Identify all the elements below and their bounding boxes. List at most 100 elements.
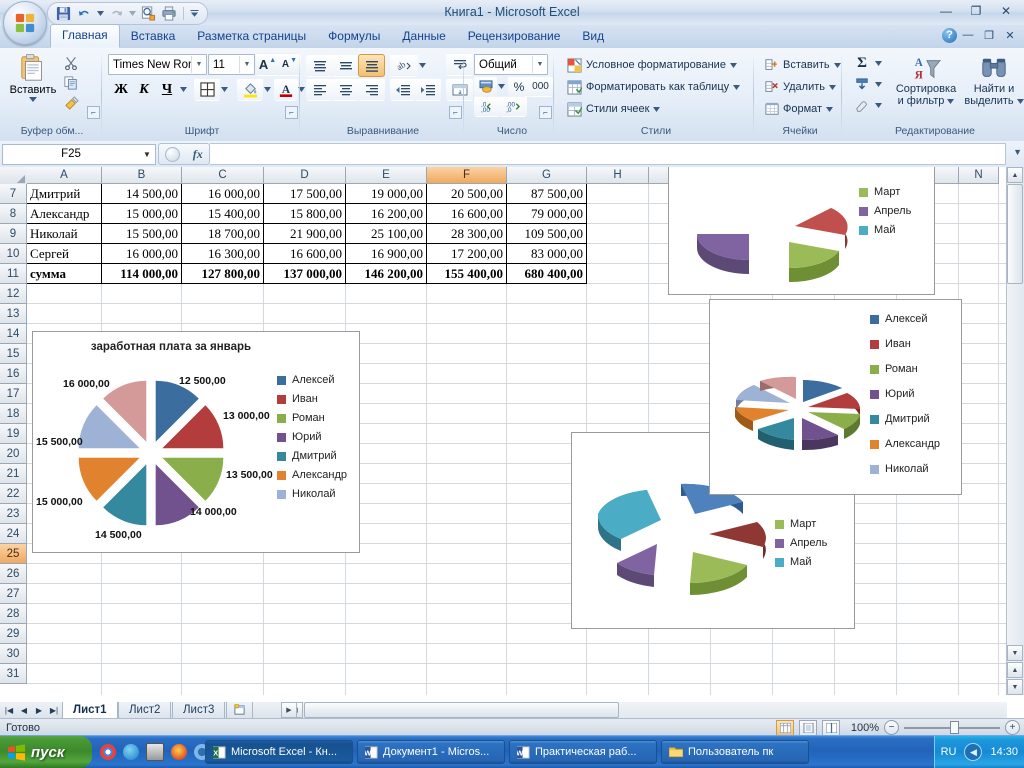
orientation-button[interactable]: ab [390,54,418,77]
cell-B9[interactable]: 15 500,00 [102,224,182,244]
format-painter-button[interactable] [60,93,82,113]
tab-view[interactable]: Вид [571,26,615,48]
taskbar-item-word1[interactable]: W Документ1 - Micros... [357,740,505,764]
row-header-28[interactable]: 28 [0,604,27,624]
align-top-button[interactable] [306,54,333,77]
cell-B11[interactable]: 114 000,00 [102,264,182,284]
row-header-21[interactable]: 21 [0,464,27,484]
format-cells-button[interactable]: Формат [760,98,838,120]
number-format-combo[interactable]: Общий ▼ [474,54,548,75]
chart-names-right[interactable]: Алексей Иван Роман Юрий Дмитрий Александ… [709,299,962,495]
zoom-in-button[interactable]: + [1005,720,1020,735]
name-box[interactable]: F25 ▼ [2,143,156,165]
insert-function-icon[interactable]: fx [193,147,203,162]
formula-bar-expand-icon[interactable]: ▼ [1013,147,1022,157]
first-sheet-icon[interactable]: |◀ [2,703,16,717]
underline-button[interactable]: Ч [155,78,179,101]
view-page-break-icon[interactable] [822,719,840,736]
column-header-G[interactable]: G [507,167,587,184]
cell-G10[interactable]: 83 000,00 [507,244,587,264]
sheet-nav-buttons[interactable]: |◀ ◀ ▶ ▶| [2,703,61,717]
font-dialog-launcher[interactable]: ⌐ [285,106,298,119]
row-header-24[interactable]: 24 [0,524,27,544]
increase-indent-button[interactable] [415,78,441,101]
decrease-decimal-button[interactable]: ,00,0 [500,96,527,117]
cell-E9[interactable]: 25 100,00 [346,224,427,244]
clipboard-dialog-launcher[interactable]: ⌐ [87,106,100,119]
ie-icon[interactable] [123,744,139,760]
undo-icon[interactable] [75,5,93,22]
taskbar-item-folder[interactable]: Пользователь пк [661,740,809,764]
firefox-icon[interactable] [171,744,187,760]
cell-D7[interactable]: 17 500,00 [264,184,346,204]
fill-button[interactable] [850,74,874,95]
align-bottom-button[interactable] [358,54,385,77]
vertical-scrollbar[interactable]: ▲ ▼ ▲ ▼ [1006,167,1024,695]
align-center-button[interactable] [332,78,359,101]
column-header-C[interactable]: C [182,167,264,184]
formula-expand-icon[interactable] [165,146,181,162]
zoom-slider-handle[interactable] [950,721,959,734]
system-tray[interactable]: RU ◀ 14:30 [933,736,1024,768]
autosum-dropdown-icon[interactable] [872,53,884,74]
undo-dropdown-icon[interactable] [96,5,104,22]
row-header-27[interactable]: 27 [0,584,27,604]
insert-cells-button[interactable]: Вставить [760,54,846,76]
alignment-dialog-launcher[interactable]: ⌐ [449,106,462,119]
redo-dropdown-icon[interactable] [128,5,136,22]
cell-C11[interactable]: 127 800,00 [182,264,264,284]
cell-B7[interactable]: 14 500,00 [102,184,182,204]
cell-A9[interactable]: Николай [27,224,102,244]
cell-A7[interactable]: Дмитрий [27,184,102,204]
percent-style-button[interactable]: % [508,76,530,97]
help-icon[interactable]: ? [942,27,957,43]
fill-dropdown-icon[interactable] [872,74,884,95]
shrink-font-button[interactable]: A ▼ [278,53,301,76]
cell-G11[interactable]: 680 400,00 [507,264,587,284]
row-header-15[interactable]: 15 [0,344,27,364]
font-name-dropdown-icon[interactable]: ▼ [191,56,206,73]
cell-E7[interactable]: 19 000,00 [346,184,427,204]
scroll-down-button[interactable]: ▼ [1007,645,1023,661]
tab-formulas[interactable]: Формулы [317,26,391,48]
horizontal-scrollbar[interactable]: ◀ ▶ [281,702,1007,719]
select-all-button[interactable] [0,167,28,185]
show-hidden-icons-button[interactable]: ◀ [964,743,983,761]
font-size-dropdown-icon[interactable]: ▼ [239,56,254,73]
row-header-17[interactable]: 17 [0,384,27,404]
tab-page-layout[interactable]: Разметка страницы [186,26,317,48]
tab-home[interactable]: Главная [50,24,120,48]
zoom-controls[interactable]: 100% − + [776,719,1020,736]
conditional-formatting-button[interactable]: Условное форматирование [562,54,742,76]
number-format-dropdown-icon[interactable]: ▼ [532,56,547,73]
increase-decimal-button[interactable]: ,0,00 [474,96,501,117]
number-dialog-launcher[interactable]: ⌐ [539,106,552,119]
row-header-13[interactable]: 13 [0,304,27,324]
tab-insert[interactable]: Вставка [120,26,187,48]
cell-A10[interactable]: Сергей [27,244,102,264]
view-normal-icon[interactable] [776,719,794,736]
chrome-icon[interactable] [100,744,116,760]
cell-E8[interactable]: 16 200,00 [346,204,427,224]
window-controls[interactable]: — ❐ ✕ [932,2,1020,20]
row-header-31[interactable]: 31 [0,664,27,684]
sort-filter-button[interactable]: A Я Сортировка и фильтр [890,52,962,122]
cell-G9[interactable]: 109 500,00 [507,224,587,244]
copy-button[interactable] [60,73,82,93]
wrap-text-button[interactable] [446,53,473,76]
row-header-7[interactable]: 7 [0,184,27,204]
workbook-minimize-button[interactable]: — [958,27,978,43]
view-page-layout-icon[interactable] [799,719,817,736]
tab-data[interactable]: Данные [391,26,456,48]
cell-A8[interactable]: Александр [27,204,102,224]
row-header-16[interactable]: 16 [0,364,27,384]
cell-E11[interactable]: 146 200,00 [346,264,427,284]
cell-G7[interactable]: 87 500,00 [507,184,587,204]
currency-button[interactable] [474,76,497,97]
cut-button[interactable] [60,53,82,73]
print-preview-icon[interactable] [139,5,157,22]
autosum-button[interactable]: Σ [850,53,874,74]
row-header-11[interactable]: 11 [0,264,27,284]
row-header-18[interactable]: 18 [0,404,27,424]
cell-F9[interactable]: 28 300,00 [427,224,507,244]
